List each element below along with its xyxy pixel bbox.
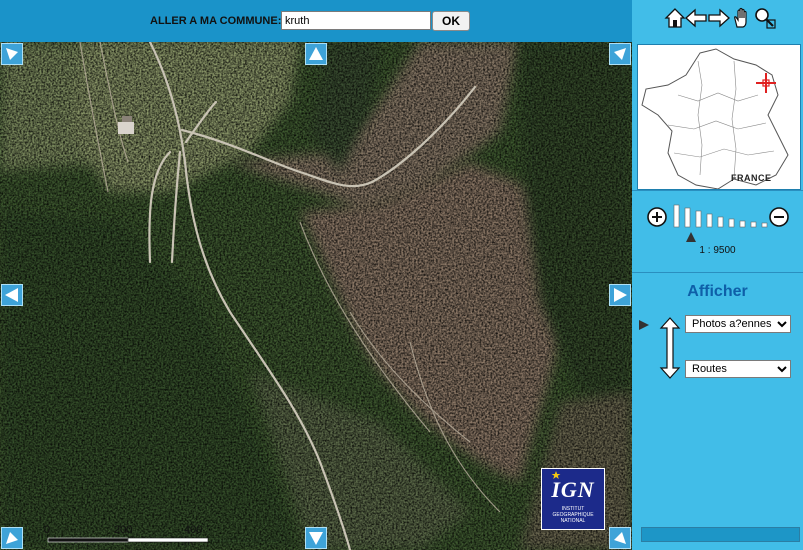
toolbar	[632, 0, 803, 40]
magnifier-icon	[755, 8, 776, 29]
ign-logo-subtitle: INSTITUT GEOGRAPHIQUE NATIONAL	[542, 506, 604, 524]
ok-button[interactable]: OK	[432, 11, 470, 31]
scale-bar-graphic	[47, 537, 209, 543]
ign-logo-text: IGN	[551, 477, 595, 502]
arrow-southwest-icon	[6, 532, 18, 544]
arrow-left-icon	[5, 288, 18, 302]
scale-ratio: 1 : 9500	[699, 245, 736, 256]
pan-tool-button[interactable]	[731, 7, 753, 29]
arrow-northeast-icon	[614, 48, 626, 60]
arrow-left-icon	[685, 8, 707, 28]
play-arrow-icon	[639, 320, 649, 330]
zoom-levels[interactable]	[673, 204, 768, 228]
arrow-up-icon	[309, 47, 323, 60]
zoom-level-indicator	[686, 232, 696, 242]
zoom-out-button[interactable]	[769, 207, 789, 227]
arrow-northwest-icon	[6, 48, 18, 60]
home-icon	[664, 8, 686, 28]
hand-pan-icon	[734, 7, 747, 28]
arrow-right-icon	[708, 8, 730, 28]
france-label: FRANCE	[731, 173, 772, 183]
afficher-title: Afficher	[687, 283, 748, 300]
overview-map[interactable]: FRANCE	[637, 44, 801, 190]
scale-bar: 0 200 400 m	[44, 524, 214, 550]
pan-west-button[interactable]	[1, 284, 23, 306]
arrow-down-icon	[309, 532, 323, 545]
top-bar: ALLER A MA COMMUNE: OK	[0, 0, 632, 42]
commune-input[interactable]	[281, 11, 431, 30]
swap-layers-button[interactable]	[657, 316, 683, 380]
status-bar	[641, 527, 800, 542]
arrow-right-icon	[614, 288, 627, 302]
next-view-button[interactable]	[708, 7, 730, 29]
separator	[632, 190, 803, 191]
commune-label: ALLER A MA COMMUNE:	[150, 15, 282, 27]
ign-logo: IGN INSTITUT GEOGRAPHIQUE NATIONAL	[541, 468, 605, 530]
separator	[632, 272, 803, 273]
layer-select-secondary[interactable]: Routes	[685, 360, 791, 378]
pan-southeast-button[interactable]	[609, 527, 631, 549]
pan-northwest-button[interactable]	[1, 43, 23, 65]
aerial-map[interactable]: 0 200 400 m IGN INSTITUT GEOGRAPHIQUE NA…	[0, 42, 632, 550]
pan-south-button[interactable]	[305, 527, 327, 549]
layer-select-primary[interactable]: Photos a?ennes	[685, 315, 791, 333]
arrow-southeast-icon	[614, 532, 626, 544]
home-button[interactable]	[664, 7, 686, 29]
pan-east-button[interactable]	[609, 284, 631, 306]
pan-northeast-button[interactable]	[609, 43, 631, 65]
pan-north-button[interactable]	[305, 43, 327, 65]
zoom-in-button[interactable]	[647, 207, 667, 227]
side-panel: FRANCE 1: 9500 Afficher Photos a?ennes …	[632, 0, 803, 550]
previous-view-button[interactable]	[685, 7, 707, 29]
ign-subtitle-line-3: NATIONAL	[560, 518, 586, 524]
pan-southwest-button[interactable]	[1, 527, 23, 549]
france-map	[638, 45, 800, 189]
zoom-box-button[interactable]	[754, 7, 776, 29]
aerial-photo	[0, 42, 632, 550]
